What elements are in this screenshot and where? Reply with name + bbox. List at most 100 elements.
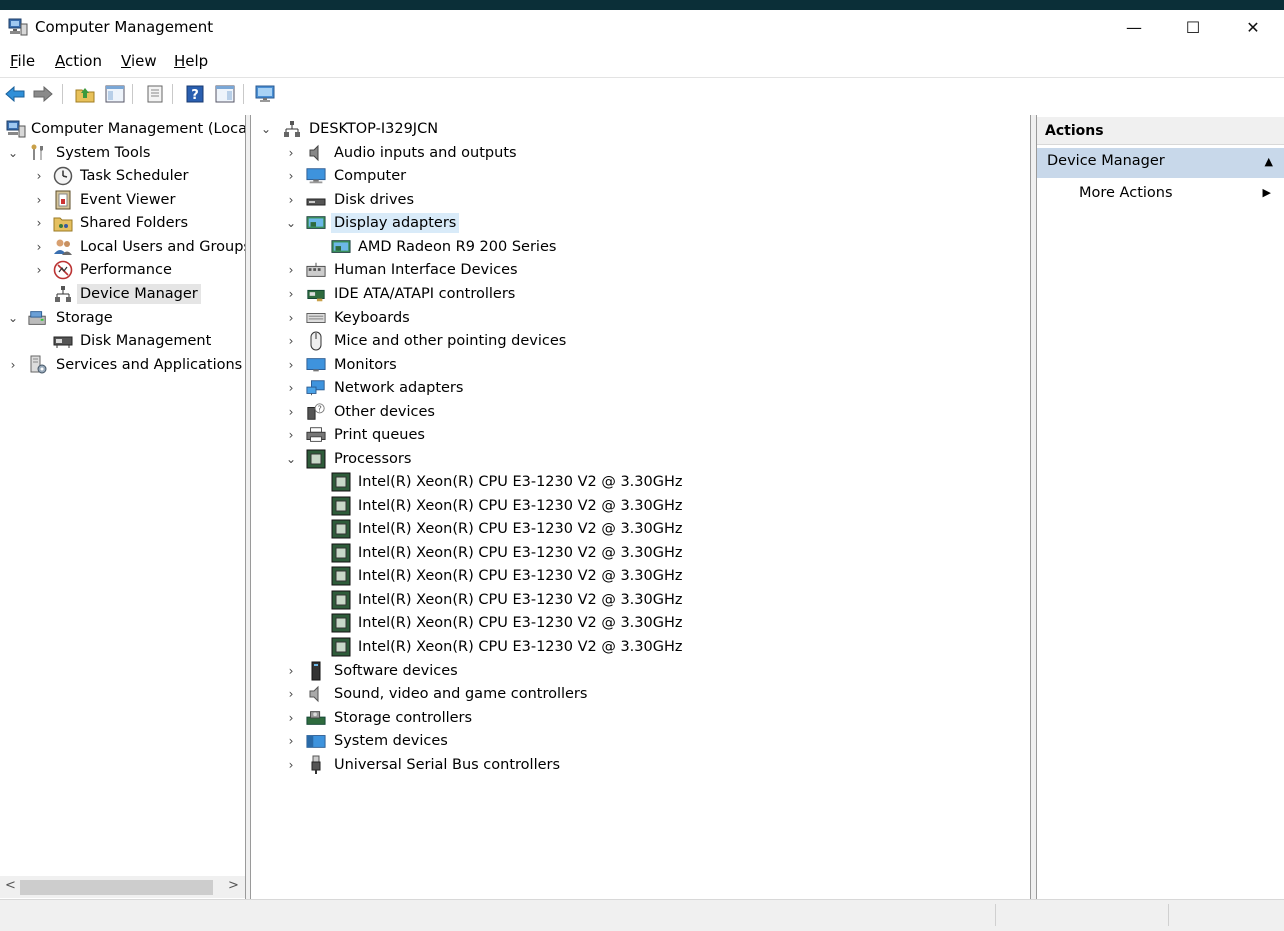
tree-item-computer-management[interactable]: Computer Management (Local <box>0 118 246 140</box>
horizontal-scrollbar[interactable]: < > <box>0 876 245 898</box>
device-root[interactable]: ⌄ DESKTOP-I329JCN <box>251 118 1030 140</box>
chevron-right-icon[interactable]: › <box>284 707 298 729</box>
top-band <box>0 0 1284 10</box>
chevron-right-icon[interactable]: › <box>6 354 20 376</box>
close-button[interactable]: ✕ <box>1230 10 1276 44</box>
tree-item-shared-folders[interactable]: › Shared Folders <box>0 212 245 234</box>
chevron-right-icon[interactable]: › <box>284 165 298 187</box>
scroll-right-icon[interactable]: > <box>228 878 239 893</box>
device-item-label: Intel(R) Xeon(R) CPU E3-1230 V2 @ 3.30GH… <box>358 498 683 514</box>
device-category-system[interactable]: › System devices <box>251 730 1030 752</box>
processor-icon <box>331 519 351 539</box>
collapse-up-icon[interactable]: ▲ <box>1265 155 1273 168</box>
device-item-cpu[interactable]: Intel(R) Xeon(R) CPU E3-1230 V2 @ 3.30GH… <box>251 565 1030 587</box>
tree-item-task-scheduler[interactable]: › Task Scheduler <box>0 165 245 187</box>
chevron-right-icon[interactable]: › <box>284 660 298 682</box>
properties-icon[interactable] <box>144 83 166 105</box>
device-item-cpu[interactable]: Intel(R) Xeon(R) CPU E3-1230 V2 @ 3.30GH… <box>251 636 1030 658</box>
chevron-down-icon[interactable]: ⌄ <box>6 307 20 329</box>
network-adapter-icon <box>306 378 326 398</box>
tree-item-performance[interactable]: › Performance <box>0 259 245 281</box>
device-item-cpu[interactable]: Intel(R) Xeon(R) CPU E3-1230 V2 @ 3.30GH… <box>251 471 1030 493</box>
device-category-software[interactable]: › Software devices <box>251 660 1030 682</box>
minimize-button[interactable]: — <box>1111 10 1157 44</box>
forward-icon[interactable] <box>32 83 54 105</box>
tree-item-storage[interactable]: ⌄ Storage <box>0 307 245 329</box>
tree-item-device-manager[interactable]: Device Manager <box>0 283 245 305</box>
device-category-other[interactable]: › ? Other devices <box>251 401 1030 423</box>
device-category-monitors[interactable]: › Monitors <box>251 354 1030 376</box>
chevron-right-icon[interactable]: › <box>284 424 298 446</box>
chevron-right-icon[interactable]: › <box>284 730 298 752</box>
chevron-right-icon[interactable]: › <box>284 307 298 329</box>
menu-help[interactable]: Help <box>174 52 208 70</box>
device-category-print-queues[interactable]: › Print queues <box>251 424 1030 446</box>
chevron-right-icon[interactable]: › <box>32 165 46 187</box>
scroll-left-icon[interactable]: < <box>5 878 16 893</box>
device-category-label: Processors <box>334 451 412 467</box>
chevron-right-icon[interactable]: › <box>32 259 46 281</box>
tree-item-event-viewer[interactable]: › Event Viewer <box>0 189 245 211</box>
device-category-storage-controllers[interactable]: › Storage controllers <box>251 707 1030 729</box>
device-category-usb[interactable]: › Universal Serial Bus controllers <box>251 754 1030 776</box>
menu-file[interactable]: File <box>10 52 35 70</box>
up-folder-icon[interactable] <box>74 83 96 105</box>
maximize-button[interactable]: ☐ <box>1170 10 1216 44</box>
more-actions-item[interactable]: More Actions ▶ <box>1037 181 1284 207</box>
storage-icon <box>28 308 48 328</box>
shared-folder-icon <box>53 213 73 233</box>
device-category-display-adapters[interactable]: ⌄ Display adapters <box>251 212 1030 234</box>
scrollbar-thumb[interactable] <box>20 880 213 895</box>
tree-item-services[interactable]: › Services and Applications <box>0 354 245 376</box>
device-category-audio[interactable]: › Audio inputs and outputs <box>251 142 1030 164</box>
chevron-right-icon[interactable]: › <box>284 189 298 211</box>
device-category-keyboards[interactable]: › Keyboards <box>251 307 1030 329</box>
device-category-computer[interactable]: › Computer <box>251 165 1030 187</box>
chevron-right-icon[interactable]: › <box>284 401 298 423</box>
chevron-right-icon[interactable]: › <box>284 142 298 164</box>
device-category-label: Print queues <box>334 427 425 443</box>
tree-item-system-tools[interactable]: ⌄ System Tools <box>0 142 245 164</box>
actions-section-device-manager[interactable]: Device Manager ▲ <box>1037 148 1284 178</box>
chevron-right-icon[interactable]: › <box>284 283 298 305</box>
chevron-down-icon[interactable]: ⌄ <box>284 448 298 470</box>
chevron-right-icon[interactable]: › <box>32 189 46 211</box>
tree-item-disk-management[interactable]: Disk Management <box>0 330 245 352</box>
device-item-label: Intel(R) Xeon(R) CPU E3-1230 V2 @ 3.30GH… <box>358 474 683 490</box>
menu-action[interactable]: Action <box>55 52 102 70</box>
device-category-sound[interactable]: › Sound, video and game controllers <box>251 683 1030 705</box>
tree-item-label: Computer Management (Local <box>31 121 246 137</box>
device-item-cpu[interactable]: Intel(R) Xeon(R) CPU E3-1230 V2 @ 3.30GH… <box>251 495 1030 517</box>
device-item-gpu[interactable]: AMD Radeon R9 200 Series <box>251 236 1030 258</box>
monitor-icon[interactable] <box>254 83 276 105</box>
device-item-cpu[interactable]: Intel(R) Xeon(R) CPU E3-1230 V2 @ 3.30GH… <box>251 518 1030 540</box>
device-item-cpu[interactable]: Intel(R) Xeon(R) CPU E3-1230 V2 @ 3.30GH… <box>251 542 1030 564</box>
tree-item-local-users[interactable]: › Local Users and Groups <box>0 236 245 258</box>
menu-view[interactable]: View <box>121 52 157 70</box>
chevron-right-icon[interactable]: › <box>32 236 46 258</box>
chevron-down-icon[interactable]: ⌄ <box>284 212 298 234</box>
device-item-cpu[interactable]: Intel(R) Xeon(R) CPU E3-1230 V2 @ 3.30GH… <box>251 589 1030 611</box>
chevron-down-icon[interactable]: ⌄ <box>6 142 20 164</box>
chevron-right-icon[interactable]: › <box>284 754 298 776</box>
show-hide-action-pane-icon[interactable] <box>214 83 236 105</box>
device-item-cpu[interactable]: Intel(R) Xeon(R) CPU E3-1230 V2 @ 3.30GH… <box>251 612 1030 634</box>
chevron-right-icon[interactable]: › <box>284 683 298 705</box>
device-category-network[interactable]: › Network adapters <box>251 377 1030 399</box>
device-category-disk-drives[interactable]: › Disk drives <box>251 189 1030 211</box>
help-icon[interactable]: ? <box>184 83 206 105</box>
chevron-right-icon[interactable]: › <box>32 212 46 234</box>
device-category-processors[interactable]: ⌄ Processors <box>251 448 1030 470</box>
show-hide-tree-icon[interactable] <box>104 83 126 105</box>
chevron-right-icon[interactable]: › <box>284 377 298 399</box>
chevron-right-icon[interactable]: › <box>284 330 298 352</box>
back-icon[interactable] <box>4 83 26 105</box>
chevron-right-icon[interactable]: › <box>284 259 298 281</box>
chevron-right-icon[interactable]: › <box>284 354 298 376</box>
device-category-mice[interactable]: › Mice and other pointing devices <box>251 330 1030 352</box>
system-device-icon <box>306 731 326 751</box>
display-adapter-icon <box>331 237 351 257</box>
chevron-down-icon[interactable]: ⌄ <box>259 118 273 140</box>
device-category-hid[interactable]: › Human Interface Devices <box>251 259 1030 281</box>
device-category-ide[interactable]: › IDE ATA/ATAPI controllers <box>251 283 1030 305</box>
